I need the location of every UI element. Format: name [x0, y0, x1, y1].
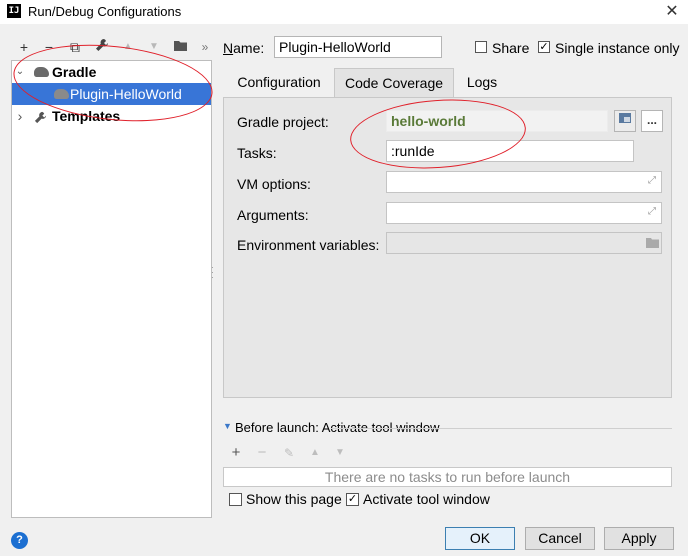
tree-item-label: Templates	[52, 108, 121, 124]
intellij-app-icon: IJ	[7, 4, 21, 18]
apply-button[interactable]: Apply	[604, 527, 674, 550]
add-task-icon[interactable]: +	[227, 444, 245, 462]
expand-icon[interactable]: ⤢	[646, 206, 658, 218]
chevron-right-icon[interactable]: ›	[14, 105, 26, 127]
single-instance-checkbox[interactable]: ✓	[538, 41, 550, 53]
edit-task-icon[interactable]: ✎	[280, 444, 298, 462]
gradle-project-picker-button[interactable]	[614, 110, 636, 132]
tree-item-templates[interactable]: › Templates	[12, 105, 211, 127]
environment-variables-field[interactable]	[386, 232, 662, 254]
add-icon[interactable]: +	[15, 38, 33, 56]
gradle-elephant-icon	[54, 89, 69, 99]
activate-tool-window-checkbox[interactable]: ✓	[346, 493, 359, 506]
wrench-icon[interactable]	[93, 38, 111, 56]
tasks-field[interactable]	[386, 140, 634, 162]
vm-options-label: VM options:	[237, 176, 311, 192]
cancel-button[interactable]: Cancel	[525, 527, 595, 550]
tree-item-label: Gradle	[52, 64, 97, 80]
more-icon[interactable]: »	[196, 38, 214, 56]
tree-item-plugin-helloworld[interactable]: Plugin-HelloWorld	[12, 83, 211, 105]
configuration-tree[interactable]: ⌄ Gradle Plugin-HelloWorld › Templates	[11, 60, 212, 518]
ok-button[interactable]: OK	[445, 527, 515, 550]
move-down-icon[interactable]: ▼	[145, 38, 163, 56]
tab-configuration[interactable]: Configuration	[229, 68, 329, 97]
move-down-icon[interactable]: ▼	[331, 444, 349, 462]
move-up-icon[interactable]: ▲	[119, 38, 137, 56]
environment-variables-label: Environment variables:	[237, 237, 380, 253]
share-label: Share	[492, 40, 530, 56]
browse-button[interactable]: ...	[641, 110, 663, 132]
copy-icon[interactable]: ⧉	[66, 38, 84, 56]
empty-task-list-text: There are no tasks to run before launch	[324, 469, 571, 485]
window-title: Run/Debug Configurations	[28, 4, 182, 19]
arguments-field[interactable]: ⤢	[386, 202, 662, 224]
gradle-project-field[interactable]: hello-world	[386, 110, 608, 132]
name-field[interactable]	[274, 36, 442, 58]
arguments-label: Arguments:	[237, 207, 309, 223]
activate-tool-window-label: Activate tool window	[363, 491, 490, 507]
vm-options-field[interactable]: ⤢	[386, 171, 662, 193]
share-checkbox[interactable]	[475, 41, 487, 53]
splitter-handle[interactable]: · · ·	[211, 263, 215, 282]
move-up-icon[interactable]: ▲	[306, 444, 324, 462]
show-this-page-checkbox[interactable]	[229, 493, 242, 506]
tree-item-gradle[interactable]: ⌄ Gradle	[12, 61, 211, 83]
chevron-down-icon[interactable]: ⌄	[14, 61, 26, 83]
remove-icon[interactable]: −	[40, 38, 58, 56]
collapse-triangle-icon[interactable]: ▼	[223, 421, 232, 431]
project-folder-icon	[619, 113, 631, 123]
folder-icon[interactable]	[646, 237, 659, 249]
tree-item-label: Plugin-HelloWorld	[70, 86, 182, 102]
help-icon[interactable]: ?	[11, 532, 28, 549]
gradle-elephant-icon	[34, 67, 49, 77]
tab-code-coverage[interactable]: Code Coverage	[334, 68, 454, 97]
tab-logs[interactable]: Logs	[460, 68, 504, 97]
single-instance-label: Single instance only	[555, 40, 680, 56]
expand-icon[interactable]: ⤢	[646, 175, 658, 187]
tasks-label: Tasks:	[237, 145, 277, 161]
name-label: Name:	[223, 40, 265, 56]
show-this-page-label: Show this page	[246, 491, 342, 507]
gradle-project-label: Gradle project:	[237, 114, 329, 130]
folder-icon[interactable]	[171, 38, 189, 56]
remove-task-icon[interactable]: −	[253, 444, 271, 462]
wrench-icon	[34, 109, 47, 131]
divider	[331, 428, 672, 429]
close-window-button[interactable]: ✕	[661, 1, 683, 23]
before-launch-task-list[interactable]: There are no tasks to run before launch	[223, 467, 672, 487]
